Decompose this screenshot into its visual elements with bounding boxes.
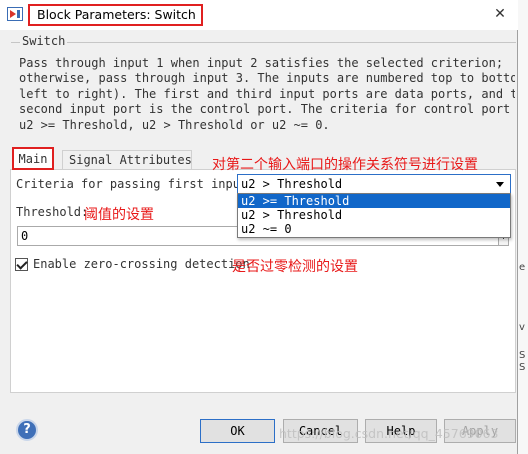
criteria-option-ge[interactable]: u2 >= Threshold [238, 194, 510, 208]
background-text-fragment: v [519, 322, 525, 333]
watermark: https://blog.csdn.net/qq_45769063 [279, 426, 499, 441]
zero-crossing-label: Enable zero-crossing detection [33, 257, 250, 271]
background-window-edge [518, 0, 528, 454]
block-description: Pass through input 1 when input 2 satisf… [19, 56, 515, 132]
criteria-option-ne-zero[interactable]: u2 ~= 0 [238, 222, 510, 236]
background-text-fragment: S [519, 350, 526, 361]
criteria-label: Criteria for passing first input: [16, 177, 255, 191]
help-icon[interactable]: ? [16, 419, 38, 441]
tab-signal-attributes[interactable]: Signal Attributes [62, 150, 192, 170]
criteria-options-list: u2 >= Threshold u2 > Threshold u2 ~= 0 [237, 193, 511, 238]
annotation-operator: 对第二个输入端口的操作关系符号进行设置 [212, 157, 478, 173]
annotation-zero-crossing: 是否过零检测的设置 [232, 259, 358, 275]
section-label: Switch [20, 34, 68, 48]
tab-main[interactable]: Main [12, 147, 54, 170]
close-icon[interactable]: ✕ [490, 5, 510, 23]
zero-crossing-checkbox[interactable] [15, 258, 28, 271]
chevron-down-icon[interactable] [496, 182, 504, 187]
criteria-option-gt[interactable]: u2 > Threshold [238, 208, 510, 222]
simulink-app-icon [7, 7, 23, 21]
window-title: Block Parameters: Switch [28, 4, 203, 26]
criteria-dropdown[interactable]: u2 > Threshold [237, 174, 511, 194]
background-text-fragment: e [519, 262, 526, 273]
criteria-selected-value: u2 > Threshold [241, 177, 343, 191]
title-bar: Block Parameters: Switch ✕ [0, 0, 518, 30]
background-text-fragment: S [519, 362, 526, 373]
annotation-threshold: 阈值的设置 [84, 207, 154, 223]
threshold-label: Threshold: [16, 205, 89, 219]
ok-button[interactable]: OK [200, 419, 275, 443]
block-parameters-dialog: Block Parameters: Switch ✕ Switch Pass t… [0, 0, 518, 454]
